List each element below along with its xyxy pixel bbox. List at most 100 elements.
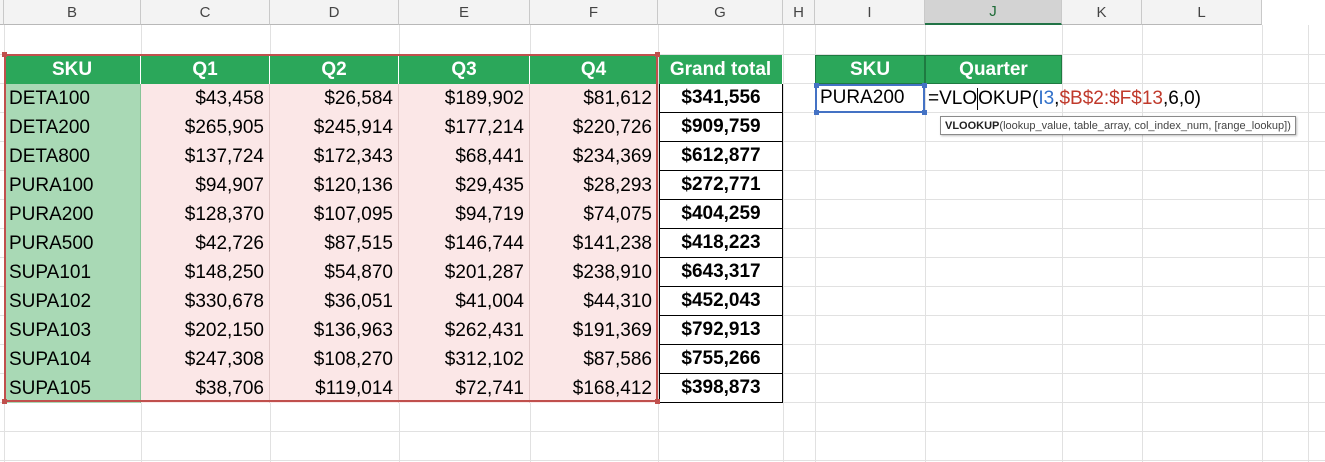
formula-edit-cell[interactable]: =VLO OKUP(I3, $B$2:$F$13,6,0): [925, 84, 1201, 113]
cell-value[interactable]: $87,586: [530, 345, 658, 374]
cell-value[interactable]: $330,678: [141, 287, 270, 316]
cell-grand-total[interactable]: $341,556: [659, 84, 783, 113]
cell-value[interactable]: $74,075: [530, 200, 658, 229]
cell-grand-total[interactable]: $418,223: [659, 229, 783, 258]
column-header-i[interactable]: I: [815, 0, 925, 25]
cell-value[interactable]: $312,102: [399, 345, 530, 374]
cell-value[interactable]: $247,308: [141, 345, 270, 374]
gridline-horizontal: [0, 431, 1325, 432]
lookup-header-sku[interactable]: SKU: [815, 55, 925, 84]
header-q4[interactable]: Q4: [530, 55, 658, 84]
column-header-h[interactable]: H: [783, 0, 815, 25]
cell-value[interactable]: $141,238: [530, 229, 658, 258]
cell-value[interactable]: $202,150: [141, 316, 270, 345]
header-grand-total[interactable]: Grand total: [659, 55, 783, 84]
cell-value[interactable]: $26,584: [270, 84, 399, 113]
cell-sku[interactable]: SUPA101: [4, 258, 141, 287]
gridline-vertical: [1308, 25, 1309, 462]
cell-value[interactable]: $107,095: [270, 200, 399, 229]
cell-value[interactable]: $137,724: [141, 142, 270, 171]
cell-value[interactable]: $108,270: [270, 345, 399, 374]
column-header-e[interactable]: E: [399, 0, 530, 25]
cell-value[interactable]: $38,706: [141, 374, 270, 403]
selection-handle[interactable]: [814, 83, 819, 88]
header-q1[interactable]: Q1: [141, 55, 270, 84]
cell-value[interactable]: $87,515: [270, 229, 399, 258]
cell-value[interactable]: $72,741: [399, 374, 530, 403]
cell-value[interactable]: $148,250: [141, 258, 270, 287]
cell-value[interactable]: $94,719: [399, 200, 530, 229]
header-q2[interactable]: Q2: [270, 55, 399, 84]
cell-value[interactable]: $168,412: [530, 374, 658, 403]
column-header-g[interactable]: G: [658, 0, 783, 25]
range-handle[interactable]: [655, 399, 660, 404]
column-header-k[interactable]: K: [1062, 0, 1142, 25]
cell-value[interactable]: $94,907: [141, 171, 270, 200]
cell-grand-total[interactable]: $404,259: [659, 200, 783, 229]
cell-sku[interactable]: PURA200: [4, 200, 141, 229]
cell-value[interactable]: $29,435: [399, 171, 530, 200]
cell-sku[interactable]: PURA500: [4, 229, 141, 258]
tooltip-function-name[interactable]: VLOOKUP: [945, 120, 999, 132]
cell-value[interactable]: $191,369: [530, 316, 658, 345]
cell-value[interactable]: $28,293: [530, 171, 658, 200]
cell-value[interactable]: $189,902: [399, 84, 530, 113]
range-handle[interactable]: [2, 399, 7, 404]
cell-value[interactable]: $136,963: [270, 316, 399, 345]
cell-value[interactable]: $120,136: [270, 171, 399, 200]
cell-sku[interactable]: SUPA102: [4, 287, 141, 316]
cell-value[interactable]: $234,369: [530, 142, 658, 171]
column-header-j[interactable]: J: [925, 0, 1062, 25]
cell-sku[interactable]: SUPA105: [4, 374, 141, 403]
cell-value[interactable]: $119,014: [270, 374, 399, 403]
cell-value[interactable]: $42,726: [141, 229, 270, 258]
cell-value[interactable]: $172,343: [270, 142, 399, 171]
column-header-c[interactable]: C: [141, 0, 270, 25]
column-header-l[interactable]: L: [1142, 0, 1262, 25]
cell-grand-total[interactable]: $755,266: [659, 345, 783, 374]
column-header-d[interactable]: D: [270, 0, 399, 25]
cell-value[interactable]: $146,744: [399, 229, 530, 258]
cell-value[interactable]: $81,612: [530, 84, 658, 113]
cell-value[interactable]: $220,726: [530, 113, 658, 142]
lookup-header-quarter[interactable]: Quarter: [925, 55, 1062, 84]
cell-sku[interactable]: DETA200: [4, 113, 141, 142]
formula-arg-lookup-ref: I3: [1038, 87, 1055, 109]
cell-grand-total[interactable]: $643,317: [659, 258, 783, 287]
cell-value[interactable]: $265,905: [141, 113, 270, 142]
cell-grand-total[interactable]: $792,913: [659, 316, 783, 345]
range-handle[interactable]: [655, 52, 660, 57]
formula-tail: ,6,0): [1162, 87, 1202, 109]
cell-value[interactable]: $68,441: [399, 142, 530, 171]
cell-sku[interactable]: PURA100: [4, 171, 141, 200]
cell-value[interactable]: $177,214: [399, 113, 530, 142]
cell-sku[interactable]: DETA800: [4, 142, 141, 171]
cell-value[interactable]: $201,287: [399, 258, 530, 287]
cell-value[interactable]: $238,910: [530, 258, 658, 287]
cell-value[interactable]: $41,004: [399, 287, 530, 316]
lookup-sku-cell[interactable]: PURA200: [814, 83, 927, 115]
cell-value[interactable]: $128,370: [141, 200, 270, 229]
cell-value[interactable]: $44,310: [530, 287, 658, 316]
cell-value[interactable]: $36,051: [270, 287, 399, 316]
function-tooltip[interactable]: VLOOKUP (lookup_value, table_array, col_i…: [940, 116, 1296, 135]
selection-handle[interactable]: [814, 110, 819, 115]
cell-grand-total[interactable]: $612,877: [659, 142, 783, 171]
column-header-b[interactable]: B: [4, 0, 141, 25]
cell-sku[interactable]: SUPA103: [4, 316, 141, 345]
header-sku[interactable]: SKU: [4, 55, 141, 84]
cell-sku[interactable]: SUPA104: [4, 345, 141, 374]
cell-value[interactable]: $54,870: [270, 258, 399, 287]
cell-value[interactable]: $245,914: [270, 113, 399, 142]
cell-sku[interactable]: DETA100: [4, 84, 141, 113]
spreadsheet-grid[interactable]: B C D E F G H I J K L SKU Q1 Q2 Q3 Q4 Grand total DETA100…: [0, 0, 1325, 462]
cell-grand-total[interactable]: $398,873: [659, 374, 783, 403]
cell-grand-total[interactable]: $909,759: [659, 113, 783, 142]
cell-value[interactable]: $43,458: [141, 84, 270, 113]
cell-grand-total[interactable]: $452,043: [659, 287, 783, 316]
range-handle[interactable]: [2, 52, 7, 57]
cell-value[interactable]: $262,431: [399, 316, 530, 345]
column-header-f[interactable]: F: [530, 0, 658, 25]
header-q3[interactable]: Q3: [399, 55, 530, 84]
cell-grand-total[interactable]: $272,771: [659, 171, 783, 200]
